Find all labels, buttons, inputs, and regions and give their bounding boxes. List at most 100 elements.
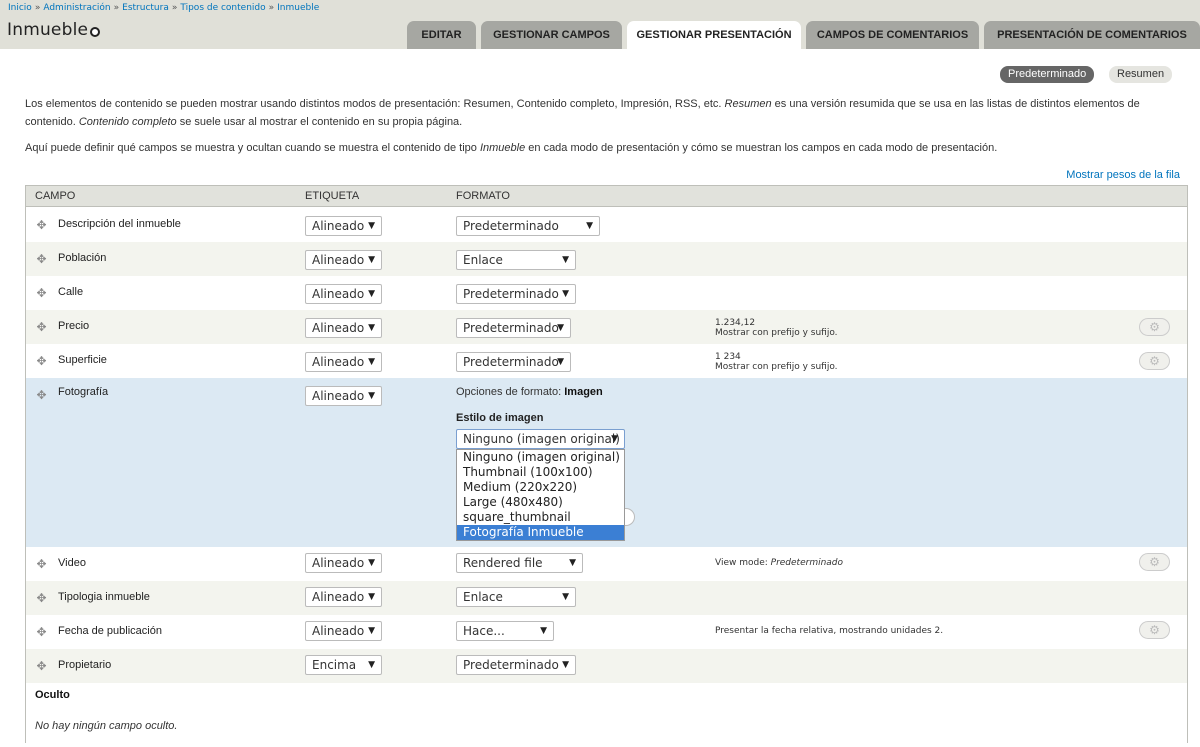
label-select[interactable]: Alineado ▼ <box>305 318 382 338</box>
label-select[interactable]: Alineado ▼ <box>305 216 382 236</box>
header-campo: Campo <box>35 190 76 202</box>
fields-table: Campo Etiqueta Formato ✥ Descripción del… <box>25 185 1188 743</box>
table-row: ✥ Calle Alineado ▼ Predeterminado ▼ <box>26 276 1187 310</box>
hidden-region-empty-message: No hay ningún campo oculto. <box>35 720 178 732</box>
dropdown-arrow-icon: ▼ <box>562 660 569 670</box>
dropdown-arrow-icon: ▼ <box>368 289 375 299</box>
field-name: Propietario <box>58 659 112 671</box>
format-select[interactable]: Predeterminado ▼ <box>456 216 600 236</box>
table-row: ✥ Video Alineado ▼ Rendered file ▼ View mo… <box>26 547 1187 581</box>
shortcut-star-icon[interactable] <box>90 27 100 37</box>
table-header: Campo Etiqueta Formato <box>26 186 1187 207</box>
hidden-region-title: Oculto <box>35 689 70 701</box>
breadcrumb-administracion[interactable]: Administración <box>43 3 110 13</box>
dropdown-arrow-icon: ▼ <box>540 626 547 636</box>
field-name: Tipologia inmueble <box>58 591 150 603</box>
image-style-option[interactable]: Medium (220x220) <box>457 480 624 495</box>
drag-handle-icon[interactable]: ✥ <box>36 321 47 333</box>
image-style-option[interactable]: Thumbnail (100x100) <box>457 465 624 480</box>
dropdown-arrow-icon: ▼ <box>368 660 375 670</box>
label-select[interactable]: Alineado ▼ <box>305 553 382 573</box>
hidden-region: Oculto No hay ningún campo oculto. <box>26 683 1187 743</box>
field-name: Video <box>58 557 86 569</box>
dropdown-arrow-icon: ▼ <box>368 592 375 602</box>
dropdown-arrow-icon: ▼ <box>368 357 375 367</box>
table-row: ✥ Población Alineado ▼ Enlace ▼ <box>26 242 1187 276</box>
drag-handle-icon[interactable]: ✥ <box>36 253 47 265</box>
breadcrumb-tipos-de-contenido[interactable]: Tipos de contenido <box>180 3 265 13</box>
image-style-option-highlighted[interactable]: Fotografía Inmueble <box>457 525 624 540</box>
tab-editar[interactable]: Editar <box>407 21 476 49</box>
label-select[interactable]: Alineado ▼ <box>305 386 382 406</box>
image-style-option[interactable]: Ninguno (imagen original) <box>457 450 624 465</box>
format-select[interactable]: Predeterminado ▼ <box>456 318 571 338</box>
field-name: Población <box>58 252 107 264</box>
drag-handle-icon[interactable]: ✥ <box>36 626 47 638</box>
label-select[interactable]: Alineado ▼ <box>305 250 382 270</box>
dropdown-arrow-icon: ▼ <box>586 221 593 231</box>
dropdown-arrow-icon: ▼ <box>368 391 375 401</box>
breadcrumb-estructura[interactable]: Estructura <box>122 3 169 13</box>
dropdown-arrow-icon: ▼ <box>368 323 375 333</box>
format-options-heading: Opciones de formato: Imagen <box>456 386 603 398</box>
dropdown-arrow-icon: ▼ <box>368 626 375 636</box>
image-style-option[interactable]: Large (480x480) <box>457 495 624 510</box>
format-summary: View mode: Predeterminado <box>715 558 844 568</box>
display-mode-teaser[interactable]: Resumen <box>1109 66 1173 83</box>
show-row-weights-link[interactable]: Mostrar pesos de la fila <box>1066 169 1180 181</box>
image-style-select[interactable]: Ninguno (imagen original) ▼ <box>456 429 625 449</box>
table-row: ✥ Descripción del inmueble Alineado ▼ Pre… <box>26 208 1187 242</box>
label-select[interactable]: Alineado ▼ <box>305 352 382 372</box>
label-select[interactable]: Alineado ▼ <box>305 621 382 641</box>
gear-icon[interactable]: ⚙ <box>1139 553 1170 571</box>
format-select[interactable]: Predeterminado ▼ <box>456 352 571 372</box>
table-row: ✥ Fecha de publicación Alineado ▼ Hace...… <box>26 615 1187 649</box>
drag-handle-icon[interactable]: ✥ <box>36 219 47 231</box>
dropdown-arrow-icon: ▼ <box>562 289 569 299</box>
table-row: ✥ Precio Alineado ▼ Predeterminado ▼ 1.234… <box>26 310 1187 344</box>
dropdown-arrow-icon: ▼ <box>557 323 564 333</box>
dropdown-arrow-icon: ▼ <box>557 357 564 367</box>
format-select[interactable]: Enlace ▼ <box>456 250 576 270</box>
field-name: Descripción del inmueble <box>58 218 181 230</box>
label-select[interactable]: Encima ▼ <box>305 655 382 675</box>
header-formato: Formato <box>456 190 510 202</box>
dropdown-arrow-icon: ▼ <box>368 558 375 568</box>
image-style-dropdown-list: Ninguno (imagen original) Thumbnail (100… <box>456 449 625 541</box>
format-select[interactable]: Enlace ▼ <box>456 587 576 607</box>
tab-gestionar-presentacion[interactable]: Gestionar presentación <box>627 21 801 49</box>
label-select[interactable]: Alineado ▼ <box>305 284 382 304</box>
dropdown-arrow-icon: ▼ <box>562 592 569 602</box>
display-mode-default[interactable]: Predeterminado <box>1000 66 1095 83</box>
tab-presentacion-de-comentarios[interactable]: Presentación de comentarios <box>984 21 1200 49</box>
format-select[interactable]: Predeterminado ▼ <box>456 655 576 675</box>
dropdown-arrow-icon: ▼ <box>368 221 375 231</box>
drag-handle-icon[interactable]: ✥ <box>36 287 47 299</box>
breadcrumb-inmueble[interactable]: Inmueble <box>277 3 319 13</box>
format-select[interactable]: Hace... ▼ <box>456 621 554 641</box>
gear-icon[interactable]: ⚙ <box>1139 621 1170 639</box>
drag-handle-icon[interactable]: ✥ <box>36 355 47 367</box>
breadcrumb: Inicio» Administración» Estructura» Tipos d… <box>8 3 320 13</box>
drag-handle-icon[interactable]: ✥ <box>36 660 47 672</box>
table-row: ✥ Superficie Alineado ▼ Predeterminado ▼ 1… <box>26 344 1187 378</box>
drag-handle-icon[interactable]: ✥ <box>36 389 47 401</box>
table-row: ✥ Propietario Encima ▼ Predeterminado ▼ <box>26 649 1187 683</box>
image-style-option[interactable]: square_thumbnail <box>457 510 624 525</box>
table-row: ✥ Tipologia inmueble Alineado ▼ Enlace ▼ <box>26 581 1187 615</box>
tab-gestionar-campos[interactable]: Gestionar campos <box>481 21 622 49</box>
drag-handle-icon[interactable]: ✥ <box>36 558 47 570</box>
gear-icon[interactable]: ⚙ <box>1139 352 1170 370</box>
description-paragraph-2: Aquí puede definir qué campos se muestra… <box>25 142 998 154</box>
tab-campos-de-comentarios[interactable]: Campos de comentarios <box>806 21 979 49</box>
dropdown-arrow-icon: ▼ <box>562 255 569 265</box>
format-select[interactable]: Rendered file ▼ <box>456 553 583 573</box>
gear-icon[interactable]: ⚙ <box>1139 318 1170 336</box>
drag-handle-icon[interactable]: ✥ <box>36 592 47 604</box>
description-paragraph-1: Los elementos de contenido se pueden mos… <box>25 98 1140 128</box>
format-select[interactable]: Predeterminado ▼ <box>456 284 576 304</box>
field-name: Superficie <box>58 354 107 366</box>
label-select[interactable]: Alineado ▼ <box>305 587 382 607</box>
breadcrumb-inicio[interactable]: Inicio <box>8 3 32 13</box>
dropdown-arrow-icon: ▼ <box>611 434 618 444</box>
